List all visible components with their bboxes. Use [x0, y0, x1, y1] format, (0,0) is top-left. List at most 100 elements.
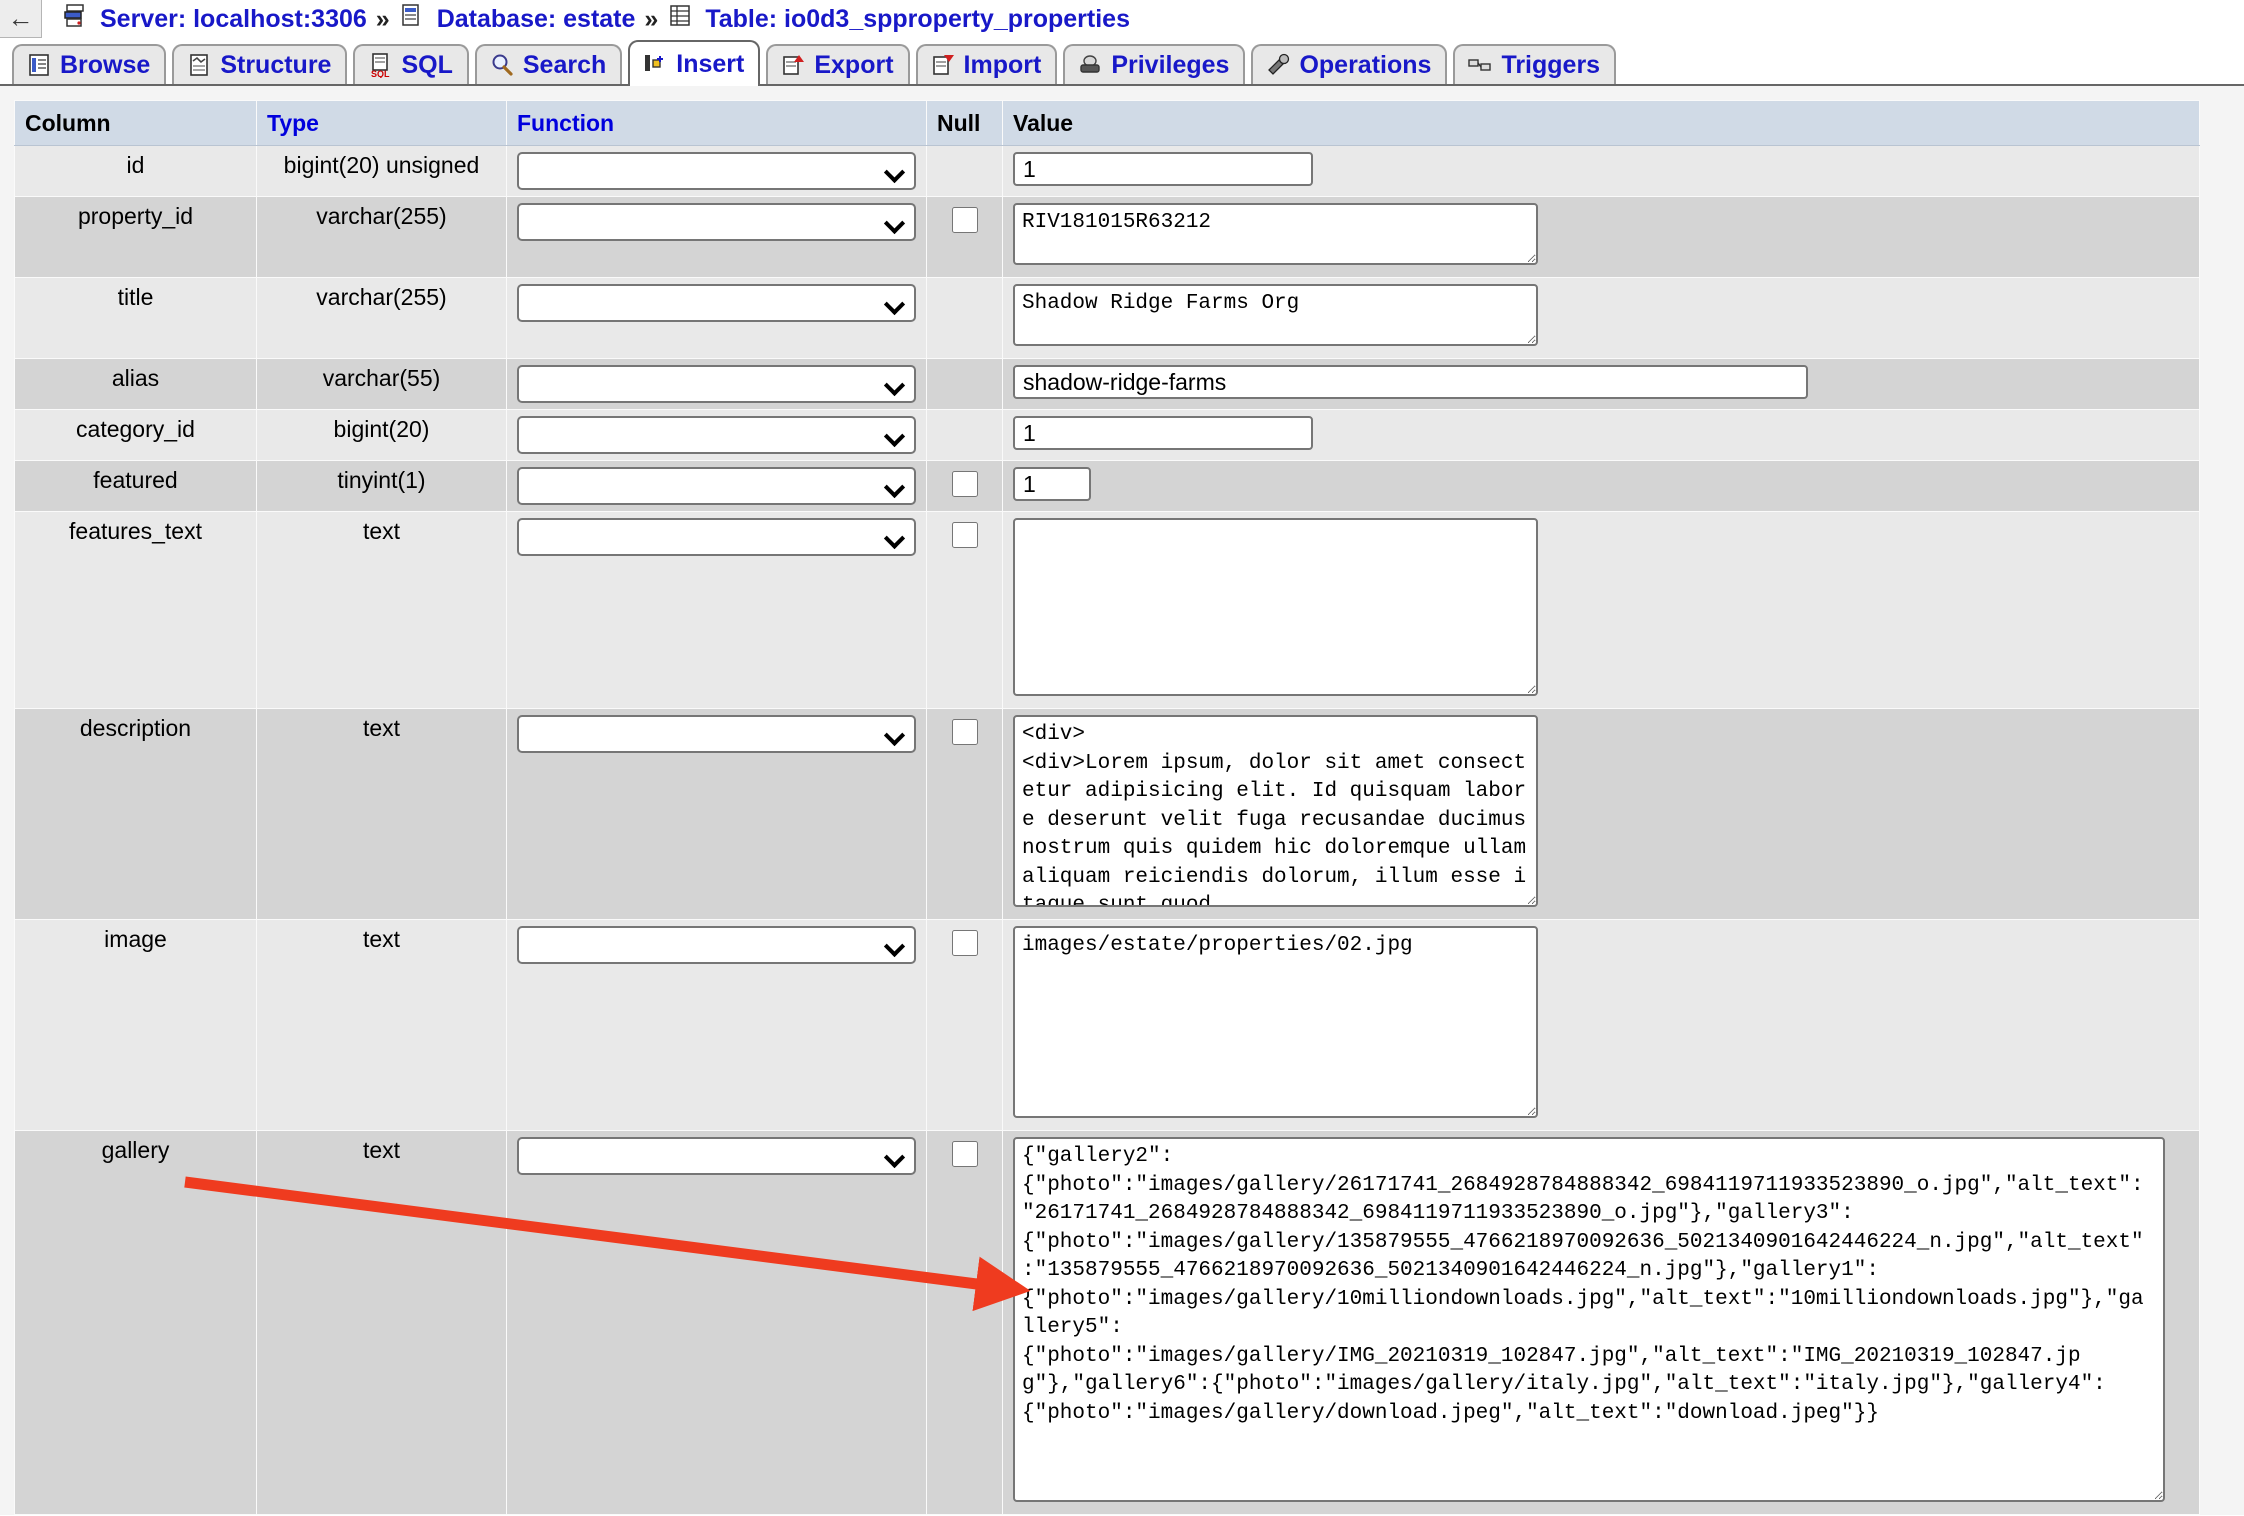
back-button[interactable]: ← — [0, 0, 42, 38]
row-null-cell — [927, 920, 1003, 1131]
function-select-description[interactable] — [517, 715, 916, 753]
table-row: title varchar(255) Shadow Ridge Farms Or… — [15, 278, 2200, 359]
tab-browse[interactable]: Browse — [12, 44, 166, 84]
triggers-icon — [1467, 52, 1493, 78]
row-function-cell — [507, 1131, 927, 1515]
header-type: Type — [257, 101, 507, 146]
row-function-cell — [507, 709, 927, 920]
header-value: Value — [1003, 101, 2200, 146]
tab-sql[interactable]: SQL SQL — [353, 44, 468, 84]
table-row: gallery text {"gallery2": {"photo":"imag… — [15, 1131, 2200, 1515]
table-row: alias varchar(55) — [15, 359, 2200, 410]
row-column-name: gallery — [15, 1131, 257, 1515]
value-textarea-property-id[interactable]: RIV181015R63212 — [1013, 203, 1538, 265]
function-select-featured[interactable] — [517, 467, 916, 505]
null-checkbox-featured[interactable] — [952, 471, 978, 497]
value-textarea-title[interactable]: Shadow Ridge Farms Org — [1013, 284, 1538, 346]
value-input-featured[interactable] — [1013, 467, 1091, 501]
row-value-cell — [1003, 512, 2200, 709]
operations-icon — [1265, 52, 1291, 78]
tab-insert[interactable]: Insert — [628, 40, 760, 86]
row-column-type: varchar(255) — [257, 278, 507, 359]
row-function-cell — [507, 920, 927, 1131]
row-function-cell — [507, 146, 927, 197]
function-select-alias[interactable] — [517, 365, 916, 403]
search-icon — [489, 52, 515, 78]
function-select-id[interactable] — [517, 152, 916, 190]
row-value-cell — [1003, 146, 2200, 197]
function-select-property-id[interactable] — [517, 203, 916, 241]
browse-icon — [26, 52, 52, 78]
breadcrumb-server-link[interactable]: Server: localhost:3306 — [100, 5, 367, 34]
row-null-cell — [927, 278, 1003, 359]
value-input-id[interactable] — [1013, 152, 1313, 186]
null-checkbox-features-text[interactable] — [952, 522, 978, 548]
tab-triggers-label: Triggers — [1501, 51, 1600, 80]
header-column: Column — [15, 101, 257, 146]
insert-icon — [642, 51, 668, 77]
row-null-cell — [927, 1131, 1003, 1515]
row-null-cell — [927, 709, 1003, 920]
import-icon — [930, 52, 956, 78]
tab-import-label: Import — [964, 51, 1042, 80]
insert-form: Column Type Function Null Value id bigin… — [0, 86, 2244, 1515]
breadcrumb-database-link[interactable]: Database: estate — [437, 5, 636, 34]
function-select-title[interactable] — [517, 284, 916, 322]
row-column-type: tinyint(1) — [257, 461, 507, 512]
null-checkbox-description[interactable] — [952, 719, 978, 745]
value-input-category-id[interactable] — [1013, 416, 1313, 450]
svg-text:SQL: SQL — [371, 69, 390, 78]
value-textarea-description[interactable]: <div> <div>Lorem ipsum, dolor sit amet c… — [1013, 715, 1538, 907]
value-textarea-features-text[interactable] — [1013, 518, 1538, 696]
breadcrumb-table-link[interactable]: Table: io0d3_spproperty_properties — [705, 5, 1130, 34]
function-select-category-id[interactable] — [517, 416, 916, 454]
null-checkbox-image[interactable] — [952, 930, 978, 956]
tab-operations[interactable]: Operations — [1251, 44, 1447, 84]
value-textarea-gallery[interactable]: {"gallery2": {"photo":"images/gallery/26… — [1013, 1137, 2165, 1502]
tab-import[interactable]: Import — [916, 44, 1058, 84]
null-checkbox-gallery[interactable] — [952, 1141, 978, 1167]
row-column-name: description — [15, 709, 257, 920]
row-null-cell — [927, 146, 1003, 197]
row-column-type: varchar(255) — [257, 197, 507, 278]
row-function-cell — [507, 197, 927, 278]
row-value-cell — [1003, 359, 2200, 410]
tab-structure[interactable]: Structure — [172, 44, 347, 84]
row-column-name: alias — [15, 359, 257, 410]
row-value-cell — [1003, 461, 2200, 512]
tab-insert-label: Insert — [676, 50, 744, 79]
value-input-alias[interactable] — [1013, 365, 1808, 399]
function-select-gallery[interactable] — [517, 1137, 916, 1175]
row-function-cell — [507, 278, 927, 359]
row-value-cell: <div> <div>Lorem ipsum, dolor sit amet c… — [1003, 709, 2200, 920]
function-select-image[interactable] — [517, 926, 916, 964]
row-function-cell — [507, 410, 927, 461]
back-arrow-icon: ← — [8, 3, 34, 34]
table-icon — [667, 3, 693, 36]
tab-privileges[interactable]: Privileges — [1063, 44, 1245, 84]
tab-triggers[interactable]: Triggers — [1453, 44, 1616, 84]
tab-export[interactable]: Export — [766, 44, 909, 84]
row-null-cell — [927, 461, 1003, 512]
row-column-type: text — [257, 709, 507, 920]
value-textarea-image[interactable]: images/estate/properties/02.jpg — [1013, 926, 1538, 1118]
row-value-cell: images/estate/properties/02.jpg — [1003, 920, 2200, 1131]
row-value-cell: {"gallery2": {"photo":"images/gallery/26… — [1003, 1131, 2200, 1515]
table-row: id bigint(20) unsigned — [15, 146, 2200, 197]
table-row: image text images/estate/properties/02.j… — [15, 920, 2200, 1131]
row-null-cell — [927, 512, 1003, 709]
function-select-features-text[interactable] — [517, 518, 916, 556]
tab-structure-label: Structure — [220, 51, 331, 80]
row-column-type: bigint(20) unsigned — [257, 146, 507, 197]
row-column-name: category_id — [15, 410, 257, 461]
row-function-cell — [507, 512, 927, 709]
tab-search[interactable]: Search — [475, 44, 622, 84]
tab-sql-label: SQL — [401, 51, 452, 80]
row-column-type: varchar(55) — [257, 359, 507, 410]
null-checkbox-property-id[interactable] — [952, 207, 978, 233]
table-row: category_id bigint(20) — [15, 410, 2200, 461]
row-value-cell: Shadow Ridge Farms Org — [1003, 278, 2200, 359]
row-column-name: title — [15, 278, 257, 359]
row-null-cell — [927, 359, 1003, 410]
tab-operations-label: Operations — [1299, 51, 1431, 80]
